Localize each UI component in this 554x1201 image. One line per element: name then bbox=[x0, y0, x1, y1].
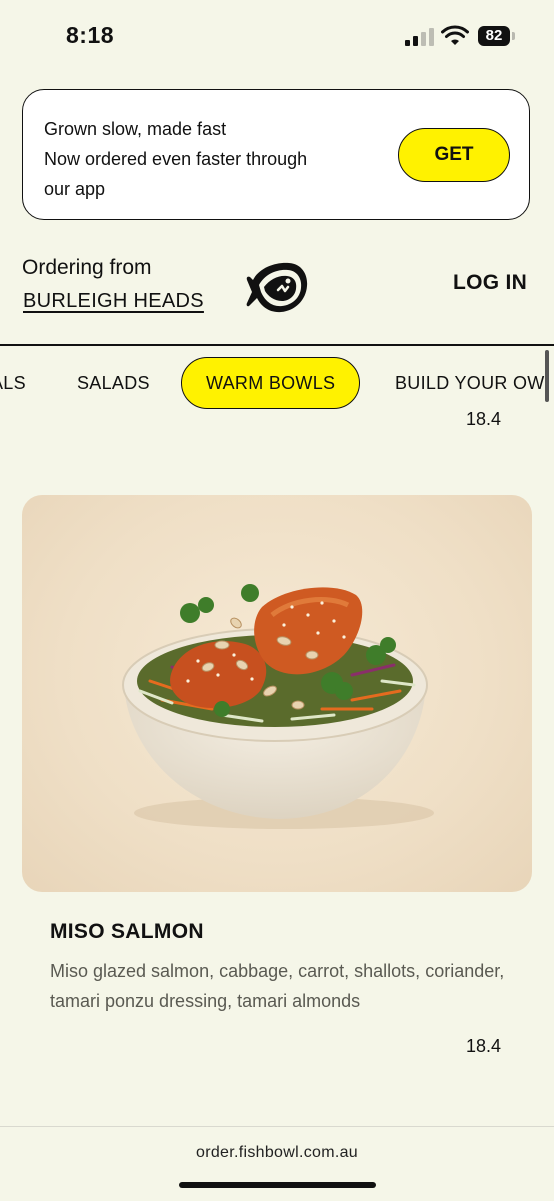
product-image[interactable] bbox=[22, 495, 532, 892]
tab-build-your-own[interactable]: BUILD YOUR OW bbox=[395, 345, 545, 421]
battery-icon: 82 bbox=[478, 26, 515, 46]
scrollbar[interactable] bbox=[545, 350, 549, 402]
tab-warm-bowls[interactable]: WARM BOWLS bbox=[181, 357, 361, 409]
previous-item-price: 18.4 bbox=[466, 412, 502, 429]
store-location-link[interactable]: BURLEIGH HEADS bbox=[23, 290, 204, 313]
ordering-from-label: Ordering from bbox=[22, 256, 152, 279]
home-indicator[interactable] bbox=[179, 1182, 376, 1188]
status-bar: 8:18 82 bbox=[0, 0, 554, 70]
banner-text: Grown slow, made fast Now ordered even f… bbox=[44, 114, 354, 204]
login-button[interactable]: LOG IN bbox=[453, 271, 527, 295]
get-app-button[interactable]: GET bbox=[398, 128, 510, 182]
url-text[interactable]: order.fishbowl.com.au bbox=[0, 1144, 554, 1162]
product-description: Miso glazed salmon, cabbage, carrot, sha… bbox=[50, 961, 505, 1011]
salmon-bowl-illustration bbox=[122, 584, 434, 829]
category-tabs: ALS SALADS WARM BOWLS BUILD YOUR OW bbox=[0, 345, 554, 421]
product-name[interactable]: MISO SALMON bbox=[50, 920, 204, 944]
product-price: 18.4 bbox=[466, 1036, 502, 1056]
wifi-icon bbox=[441, 25, 469, 45]
tab-salads[interactable]: SALADS bbox=[77, 345, 150, 421]
signal-icon bbox=[405, 28, 435, 46]
fish-logo-icon[interactable] bbox=[245, 258, 311, 316]
tab-meals[interactable]: ALS bbox=[0, 345, 26, 421]
banner-line: our app bbox=[44, 179, 106, 199]
banner-line: Grown slow, made fast bbox=[44, 119, 227, 139]
browser-url-bar: order.fishbowl.com.au bbox=[0, 1126, 554, 1201]
status-time: 8:18 bbox=[66, 22, 115, 48]
banner-line: Now ordered even faster through bbox=[44, 149, 308, 169]
app-download-banner: Grown slow, made fast Now ordered even f… bbox=[22, 89, 530, 220]
